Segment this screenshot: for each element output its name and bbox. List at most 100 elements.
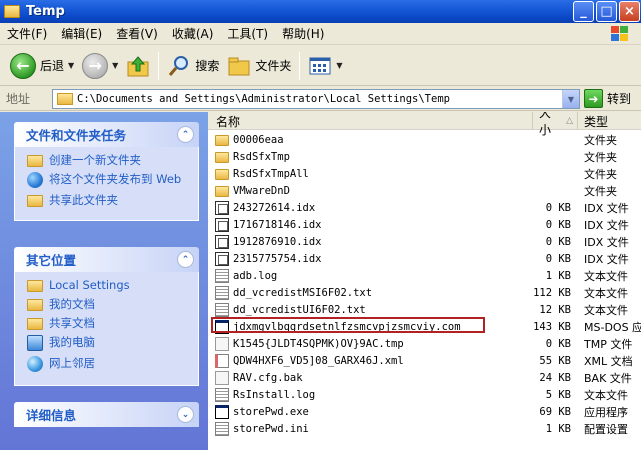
file-name: 2315775754.idx	[233, 252, 322, 265]
file-row[interactable]: RsInstall.log 5 KB 文本文件	[208, 386, 641, 403]
file-row[interactable]: dd_vcredistUI6F02.txt 12 KB 文本文件	[208, 301, 641, 318]
file-row[interactable]: 1912876910.idx 0 KB IDX 文件	[208, 233, 641, 250]
folders-button[interactable]: 文件夹	[223, 49, 295, 83]
highlight-box	[211, 317, 485, 333]
chevron-down-icon[interactable]: ▼	[562, 90, 579, 108]
task-pane: 文件和文件夹任务 ⌃ 创建一个新文件夹 将这个文件夹发布到 Web 共享此文件夹…	[0, 112, 208, 450]
task-publish-web[interactable]: 将这个文件夹发布到 Web	[27, 172, 190, 188]
tmp-file-icon	[215, 370, 229, 385]
menu-tools[interactable]: 工具(T)	[220, 25, 275, 42]
forward-button[interactable]: → ▼	[78, 49, 122, 83]
file-tasks-title: 文件和文件夹任务	[26, 128, 127, 143]
chevron-down-icon[interactable]: ▼	[68, 61, 74, 70]
file-type: 文件夹	[584, 167, 617, 181]
file-name: dd_vcredistUI6F02.txt	[233, 303, 366, 316]
file-size: 1 KB	[545, 269, 571, 282]
file-name: adb.log	[233, 269, 278, 282]
place-my-documents[interactable]: 我的文档	[27, 297, 190, 311]
file-row[interactable]: storePwd.ini 1 KB 配置设置	[208, 420, 641, 437]
folders-label: 文件夹	[255, 59, 292, 73]
folder-file-icon	[215, 151, 229, 163]
collapse-icon[interactable]: ⌃	[177, 126, 194, 143]
file-row[interactable]: storePwd.exe 69 KB 应用程序	[208, 403, 641, 420]
chevron-down-icon[interactable]: ▼	[112, 61, 118, 70]
address-label: 地址	[6, 92, 31, 106]
chevron-down-icon[interactable]: ▼	[336, 61, 342, 70]
title-bar: Temp _ □ ×	[0, 0, 641, 23]
idx-file-icon	[215, 200, 229, 215]
folder-icon	[4, 5, 20, 18]
column-size[interactable]: 大小 △	[533, 112, 578, 137]
file-name: QDW4HXF6_VD5]08_GARX46J.xml	[233, 354, 404, 367]
new-folder-icon	[27, 155, 43, 167]
folder-file-icon	[215, 185, 229, 197]
file-row[interactable]: dd_vcredistMSI6F02.txt 112 KB 文本文件	[208, 284, 641, 301]
folder-icon	[57, 93, 73, 105]
collapse-icon[interactable]: ⌃	[177, 251, 194, 268]
maximize-button[interactable]: □	[596, 1, 617, 22]
file-size: 0 KB	[545, 337, 571, 350]
column-name[interactable]: 名称	[208, 112, 533, 130]
place-my-computer[interactable]: 我的电脑	[27, 335, 190, 351]
file-tasks-panel: 文件和文件夹任务 ⌃ 创建一个新文件夹 将这个文件夹发布到 Web 共享此文件夹	[14, 122, 199, 221]
file-row[interactable]: 00006eaa 文件夹	[208, 131, 641, 148]
place-shared-documents[interactable]: 共享文档	[27, 316, 190, 330]
menu-file[interactable]: 文件(F)	[0, 25, 54, 42]
file-row[interactable]: adb.log 1 KB 文本文件	[208, 267, 641, 284]
place-network[interactable]: 网上邻居	[27, 356, 190, 372]
file-row[interactable]: 2315775754.idx 0 KB IDX 文件	[208, 250, 641, 267]
file-tasks-body: 创建一个新文件夹 将这个文件夹发布到 Web 共享此文件夹	[14, 147, 199, 221]
other-places-header[interactable]: 其它位置 ⌃	[14, 247, 199, 272]
file-size: 0 KB	[545, 235, 571, 248]
views-button[interactable]: ▼	[304, 49, 346, 83]
file-tasks-header[interactable]: 文件和文件夹任务 ⌃	[14, 122, 199, 147]
folder-icon	[27, 280, 43, 292]
file-row[interactable]: 243272614.idx 0 KB IDX 文件	[208, 199, 641, 216]
file-row[interactable]: K1545{JLDT4SQPMK)OV}9AC.tmp 0 KB TMP 文件	[208, 335, 641, 352]
file-size: 0 KB	[545, 218, 571, 231]
column-header-row: 名称 大小 △ 类型	[208, 112, 641, 137]
file-type: MS-DOS 应用程序	[584, 320, 641, 334]
file-size: 112 KB	[533, 286, 571, 299]
windows-logo-icon	[611, 26, 628, 41]
task-new-folder[interactable]: 创建一个新文件夹	[27, 153, 190, 167]
menu-help[interactable]: 帮助(H)	[275, 25, 331, 42]
place-label: 共享文档	[49, 316, 95, 330]
go-label: 转到	[607, 92, 632, 106]
close-button[interactable]: ×	[619, 1, 640, 22]
up-button[interactable]	[122, 49, 154, 83]
go-arrow-icon: ➜	[584, 89, 603, 108]
file-type: 配置设置	[584, 422, 628, 436]
task-label: 将这个文件夹发布到 Web	[49, 172, 182, 186]
column-type[interactable]: 类型	[578, 112, 641, 130]
back-button[interactable]: ← 后退 ▼	[6, 49, 78, 83]
menu-edit[interactable]: 编辑(E)	[54, 25, 109, 42]
file-row[interactable]: RAV.cfg.bak 24 KB BAK 文件	[208, 369, 641, 386]
menu-view[interactable]: 查看(V)	[109, 25, 165, 42]
search-button[interactable]: 搜索	[163, 49, 223, 83]
expand-icon[interactable]: ⌄	[177, 406, 194, 423]
place-local-settings[interactable]: Local Settings	[27, 278, 190, 292]
go-button[interactable]: ➜ 转到	[584, 89, 631, 108]
task-share-folder[interactable]: 共享此文件夹	[27, 193, 190, 207]
file-row[interactable]: VMwareDnD 文件夹	[208, 182, 641, 199]
file-size: 24 KB	[539, 371, 571, 384]
file-row[interactable]: 1716718146.idx 0 KB IDX 文件	[208, 216, 641, 233]
address-input[interactable]: C:\Documents and Settings\Administrator\…	[52, 89, 580, 109]
file-row[interactable]: RsdSfxTmpAll 文件夹	[208, 165, 641, 182]
task-label: 共享此文件夹	[49, 193, 118, 207]
address-bar: 地址 C:\Documents and Settings\Administrat…	[0, 87, 641, 111]
minimize-button[interactable]: _	[573, 1, 594, 22]
file-name: RsdSfxTmpAll	[233, 167, 309, 180]
address-path[interactable]: C:\Documents and Settings\Administrator\…	[77, 93, 450, 105]
file-row[interactable]: QDW4HXF6_VD5]08_GARX46J.xml 55 KB XML 文档	[208, 352, 641, 369]
place-label: 我的文档	[49, 297, 95, 311]
file-row[interactable]: RsdSfxTmp 文件夹	[208, 148, 641, 165]
toolbar-separator	[158, 51, 160, 80]
file-type: IDX 文件	[584, 252, 629, 266]
views-icon	[309, 57, 331, 74]
details-header[interactable]: 详细信息 ⌄	[14, 402, 199, 427]
file-type: 文件夹	[584, 184, 617, 198]
txt-file-icon	[215, 387, 229, 402]
menu-favorites[interactable]: 收藏(A)	[165, 25, 221, 42]
